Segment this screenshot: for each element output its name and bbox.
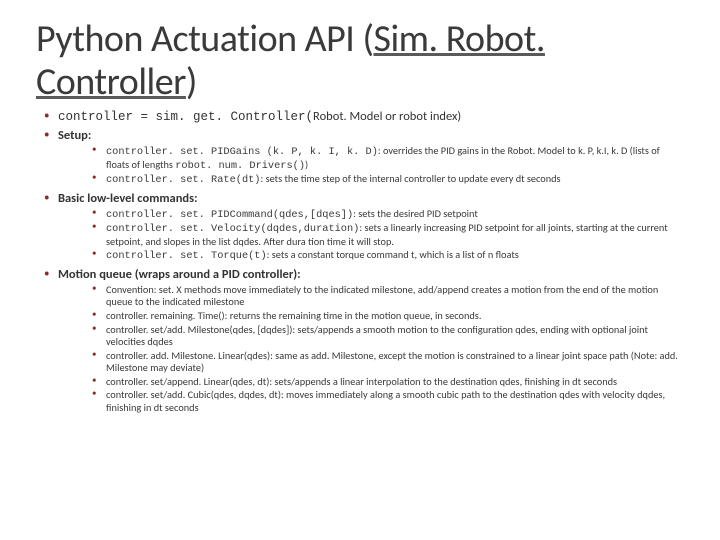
basic-sublist: controller. set. PIDCommand(qdes,[dqes])… — [58, 208, 684, 263]
motion-sublist: Convention: set. X methods move immediat… — [58, 284, 684, 414]
setup-sublist: controller. set. PIDGains (k. P, k. I, k… — [58, 145, 684, 187]
heading-basic: Basic low-level commands: — [58, 191, 198, 206]
heading-motion: Motion queue (wraps around a PID control… — [58, 267, 301, 282]
text-pidgains-tail: ) — [305, 158, 308, 171]
code-pidcommand: controller. set. PIDCommand(qdes,[dqes]) — [106, 209, 353, 221]
text-settorque: : sets a constant torque command t, whic… — [267, 248, 519, 261]
motion-convention: Convention: set. X methods move immediat… — [92, 284, 684, 309]
heading-setup: Setup: — [58, 128, 91, 143]
motion-setaddcubic: controller. set/add. Cubic(qdes, dqdes, … — [92, 389, 684, 414]
basic-setvelocity: controller. set. Velocity(dqdes,duration… — [92, 222, 684, 248]
page-title: Python Actuation API (Sim. Robot. Contro… — [36, 18, 684, 103]
motion-setappendlinear: controller. set/append. Linear(qdes, dt)… — [92, 376, 684, 389]
item-setup: Setup: controller. set. PIDGains (k. P, … — [44, 128, 684, 187]
motion-addmilestonelinear: controller. add. Milestone. Linear(qdes)… — [92, 350, 684, 375]
code-setvelocity: controller. set. Velocity(dqdes,duration… — [106, 223, 359, 235]
main-list: controller = sim. get. Controller(Robot.… — [36, 109, 684, 414]
title-pre: Python Actuation API ( — [36, 16, 373, 62]
motion-remainingtime: controller. remaining. Time(): returns t… — [92, 310, 684, 323]
text-setrate: : sets the time step of the internal con… — [260, 172, 560, 185]
basic-settorque: controller. set. Torque(t): sets a const… — [92, 249, 684, 263]
setup-pidgains: controller. set. PIDGains (k. P, k. I, k… — [92, 145, 684, 172]
item-basic-commands: Basic low-level commands: controller. se… — [44, 191, 684, 263]
code-settorque: controller. set. Torque(t) — [106, 250, 267, 262]
code-getcontroller: controller = sim. get. Controller( — [58, 110, 313, 124]
basic-pidcommand: controller. set. PIDCommand(qdes,[dqes])… — [92, 208, 684, 222]
title-post: ) — [186, 59, 197, 105]
setup-setrate: controller. set. Rate(dt): sets the time… — [92, 173, 684, 187]
item-controller-get: controller = sim. get. Controller(Robot.… — [44, 109, 684, 124]
text-pidcommand: : sets the desired PID setpoint — [353, 207, 478, 220]
item-motion-queue: Motion queue (wraps around a PID control… — [44, 267, 684, 414]
motion-setaddmilestone: controller. set/add. Milestone(qdes, [dq… — [92, 324, 684, 349]
text-getcontroller-tail: Robot. Model or robot index) — [313, 109, 461, 124]
code-setpidgains: controller. set. PIDGains (k. P, k. I, k… — [106, 146, 378, 158]
code-setrate: controller. set. Rate(dt) — [106, 174, 260, 186]
code-numdrivers: robot. num. Drivers() — [175, 160, 305, 172]
